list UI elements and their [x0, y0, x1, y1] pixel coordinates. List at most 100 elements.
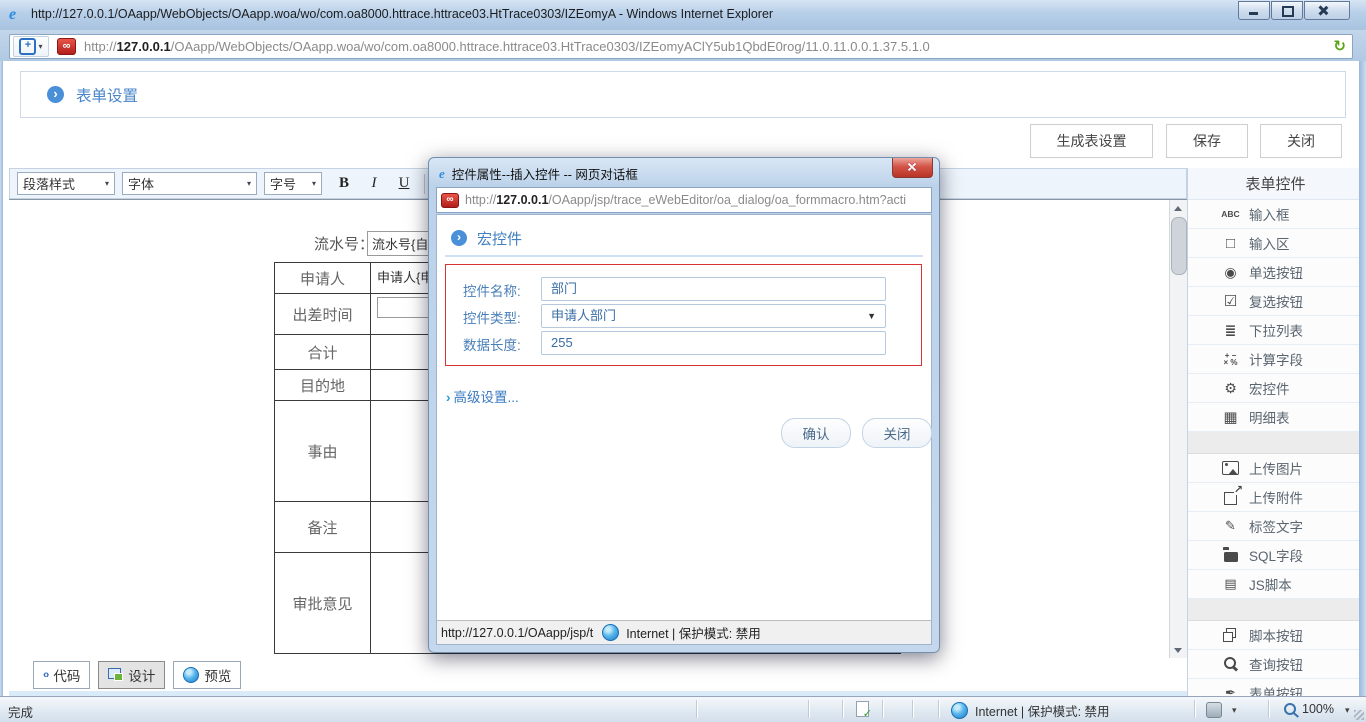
dialog-title: 控件属性--插入控件 -- 网页对话框: [452, 164, 638, 183]
sidebar-item-calc-field[interactable]: + − × % 计算字段: [1188, 345, 1363, 374]
italic-button[interactable]: I: [366, 175, 382, 192]
advanced-settings-label: 高级设置...: [454, 390, 519, 405]
protected-mode-icon[interactable]: [1206, 702, 1222, 718]
list-icon: ≣: [1221, 321, 1240, 340]
section-arrow-icon: ›: [451, 230, 467, 246]
zoom-level[interactable]: 100%: [1302, 702, 1334, 716]
canvas-scrollbar[interactable]: [1169, 200, 1187, 658]
compatibility-icon: +: [19, 38, 36, 55]
radio-icon: ◉: [1221, 263, 1240, 282]
sidebar-item-js-script[interactable]: ▤ JS脚本: [1188, 570, 1363, 599]
toolbar-separator: [424, 174, 425, 194]
sidebar-item-textarea[interactable]: □ 输入区: [1188, 229, 1363, 258]
sidebar-item-label: 明细表: [1249, 407, 1290, 427]
status-done-text: 完成: [8, 702, 33, 721]
tab-code[interactable]: ‹› 代码: [33, 661, 90, 689]
copy-icon: [1221, 626, 1240, 645]
row-label: 申请人: [275, 263, 371, 293]
data-length-field: 数据长度: 255: [446, 331, 921, 353]
sidebar-title: 表单控件: [1188, 168, 1363, 200]
sidebar-item-label-text[interactable]: ✎ 标签文字: [1188, 512, 1363, 541]
page-header: › 表单设置: [20, 71, 1346, 118]
sidebar-item-radio[interactable]: ◉ 单选按钮: [1188, 258, 1363, 287]
sidebar-item-label: 下拉列表: [1249, 320, 1303, 340]
globe-icon: [183, 667, 199, 683]
sidebar-item-input-box[interactable]: ABC 输入框: [1188, 200, 1363, 229]
close-button[interactable]: 关闭: [1260, 124, 1342, 158]
refresh-icon[interactable]: ↻: [1333, 37, 1346, 55]
sidebar-item-detail-table[interactable]: ▦ 明细表: [1188, 403, 1363, 432]
control-type-field: 控件类型: 申请人部门 ▼: [446, 304, 921, 326]
sidebar-item-label: 输入区: [1249, 233, 1290, 253]
sidebar-item-label: 表单按钮: [1249, 683, 1303, 697]
sidebar-item-upload-image[interactable]: 上传图片: [1188, 454, 1363, 483]
image-icon: [1222, 461, 1239, 475]
tab-label: 设计: [128, 665, 155, 685]
bold-button[interactable]: B: [336, 175, 352, 192]
chevron-down-icon: ▾: [312, 179, 316, 188]
tab-preview[interactable]: 预览: [173, 661, 241, 689]
control-type-select[interactable]: 申请人部门: [541, 304, 886, 328]
url-host: 127.0.0.1: [496, 193, 548, 207]
underline-button[interactable]: U: [396, 175, 412, 192]
paragraph-style-select[interactable]: 段落样式 ▾: [17, 172, 115, 195]
tab-design[interactable]: 设计: [98, 661, 165, 689]
window-titlebar[interactable]: e http://127.0.0.1/OAapp/WebObjects/OAap…: [0, 0, 1366, 31]
sidebar-item-upload-attachment[interactable]: ↗ 上传附件: [1188, 483, 1363, 512]
sidebar-item-dropdown-list[interactable]: ≣ 下拉列表: [1188, 316, 1363, 345]
data-length-input[interactable]: 255: [541, 331, 886, 355]
font-size-value: 字号: [270, 174, 296, 193]
zoom-magnifier-icon[interactable]: [1284, 703, 1296, 715]
address-input[interactable]: + ▾ ∞ http://127.0.0.1/OAapp/WebObjects/…: [9, 34, 1353, 59]
confirm-button[interactable]: 确认: [781, 418, 851, 448]
dialog-close-action-button[interactable]: 关闭: [862, 418, 932, 448]
scroll-up-button[interactable]: [1170, 200, 1186, 216]
maximize-button[interactable]: [1271, 1, 1303, 20]
page-check-icon[interactable]: ✓: [856, 701, 869, 717]
calc-icon: + − × %: [1221, 350, 1240, 369]
font-family-select[interactable]: 字体 ▾: [122, 172, 257, 195]
sidebar-item-checkbox[interactable]: ☑ 复选按钮: [1188, 287, 1363, 316]
abc-icon: ABC: [1221, 205, 1240, 224]
sidebar-item-form-button[interactable]: ✒ 表单按钮: [1188, 679, 1363, 697]
upload-icon: ↗: [1224, 492, 1237, 505]
font-size-select[interactable]: 字号 ▾: [264, 172, 322, 195]
sidebar-item-label: 脚本按钮: [1249, 625, 1303, 645]
status-separator: [912, 700, 913, 718]
resize-grip[interactable]: [1354, 710, 1364, 720]
url-host: 127.0.0.1: [117, 39, 171, 54]
dialog-address-url: http://127.0.0.1/OAapp/jsp/trace_eWebEdi…: [465, 193, 906, 207]
minimize-button[interactable]: [1238, 1, 1270, 20]
sidebar-item-label: JS脚本: [1249, 574, 1292, 594]
chevron-down-icon[interactable]: ▾: [1232, 705, 1237, 716]
paragraph-style-value: 段落样式: [23, 174, 75, 193]
sidebar-item-label: SQL字段: [1249, 545, 1303, 565]
scrollbar-thumb[interactable]: [1171, 217, 1187, 275]
chevron-down-icon[interactable]: ▼: [867, 311, 876, 321]
search-icon: [1221, 655, 1240, 674]
sidebar-item-script-button[interactable]: 脚本按钮: [1188, 621, 1363, 650]
applicant-macro-text: 申请人{申: [371, 270, 433, 285]
scroll-down-button[interactable]: [1170, 642, 1186, 658]
close-window-button[interactable]: [1304, 1, 1350, 20]
sidebar-item-sql-field[interactable]: SQL字段: [1188, 541, 1363, 570]
control-name-input[interactable]: 部门: [541, 277, 886, 301]
chevron-right-icon: ›: [446, 390, 451, 405]
dialog-status-url: http://127.0.0.1/OAapp/jsp/t: [437, 626, 593, 640]
dialog-close-button[interactable]: [892, 158, 933, 178]
advanced-settings-link[interactable]: ›高级设置...: [446, 386, 519, 406]
sidebar-item-macro-control[interactable]: ⚙ 宏控件: [1188, 374, 1363, 403]
dialog-titlebar[interactable]: e 控件属性--插入控件 -- 网页对话框: [439, 164, 638, 183]
status-separator: [808, 700, 809, 718]
checkbox-icon: ☑: [1221, 292, 1240, 311]
sidebar-item-label: 查询按钮: [1249, 654, 1303, 674]
sidebar-item-query-button[interactable]: 查询按钮: [1188, 650, 1363, 679]
save-button[interactable]: 保存: [1166, 124, 1248, 158]
chevron-down-icon[interactable]: ▾: [1345, 705, 1350, 716]
address-url[interactable]: http://127.0.0.1/OAapp/WebObjects/OAapp.…: [84, 39, 930, 54]
generate-table-settings-button[interactable]: 生成表设置: [1030, 124, 1153, 158]
status-bar: 完成 ✓ Internet | 保护模式: 禁用 ▾ 100% ▾: [0, 696, 1366, 722]
compatibility-view-button[interactable]: + ▾: [13, 36, 49, 57]
gear-icon: ⚙: [1221, 379, 1240, 398]
check-icon: ✓: [863, 707, 872, 720]
